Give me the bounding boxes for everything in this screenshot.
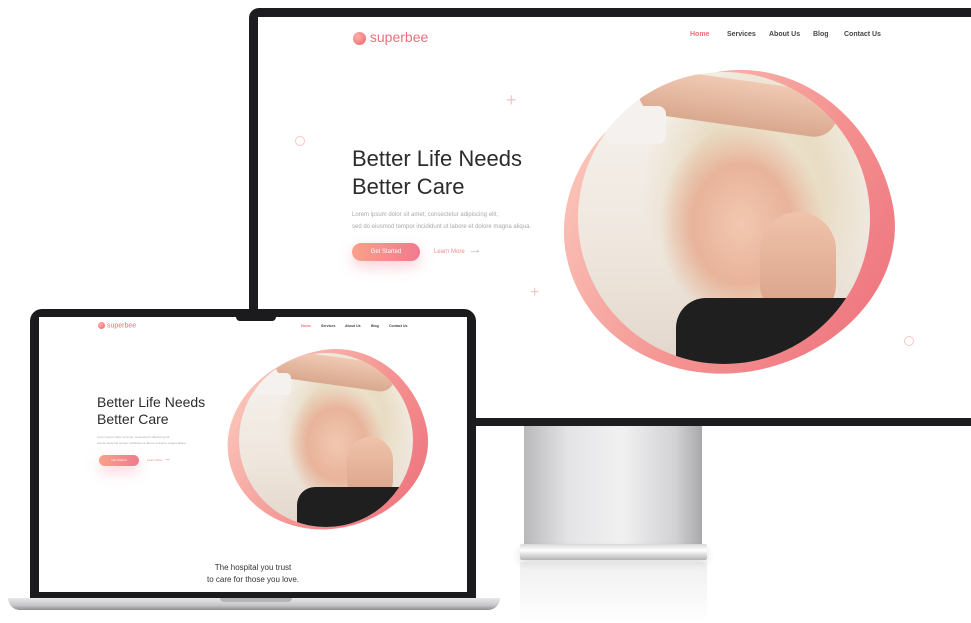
nav-contact-us[interactable]: Contact Us bbox=[844, 31, 894, 38]
sleeve bbox=[255, 373, 291, 395]
hand-top bbox=[273, 353, 397, 394]
monitor-stand-neck bbox=[524, 426, 702, 544]
hero-paragraph-line2: sed do eiusmod tempor incididunt ut labo… bbox=[352, 224, 532, 230]
learn-more-link[interactable]: Learn More ⟶ bbox=[147, 458, 170, 462]
section-heading-line2: to care for those you love. bbox=[206, 575, 300, 584]
laptop-camera-notch bbox=[236, 312, 276, 321]
get-started-button[interactable]: Get Started bbox=[352, 243, 420, 261]
sleeve bbox=[606, 106, 666, 144]
site-logo[interactable]: superbee bbox=[353, 29, 428, 45]
shirt bbox=[297, 487, 413, 527]
superbee-logo-icon bbox=[353, 31, 366, 45]
shirt bbox=[676, 298, 870, 364]
nav-home[interactable]: Home bbox=[301, 324, 321, 328]
arrow-right-icon: ⟶ bbox=[165, 458, 170, 462]
site-logo-text: superbee bbox=[106, 322, 137, 330]
learn-more-link[interactable]: Learn More ⟶ bbox=[434, 248, 479, 255]
plus-decoration-icon: + bbox=[530, 284, 540, 301]
hero-paragraph-line1: Lorem ipsum dolor sit amet, consectetur … bbox=[352, 212, 499, 218]
hero-title-line1: Better Life Needs bbox=[352, 146, 522, 171]
nav-about-us[interactable]: About Us bbox=[769, 31, 813, 38]
section-heading-line1: The hospital you trust bbox=[214, 563, 292, 572]
hero-paragraph: Lorem ipsum dolor sit amet, consectetur … bbox=[352, 209, 531, 233]
hero-photo bbox=[578, 72, 870, 364]
hero-title-line1: Better Life Needs bbox=[97, 394, 206, 410]
monitor-stand-base bbox=[520, 544, 707, 560]
hero-paragraph: Lorem ipsum dolor sit amet, consectetur … bbox=[97, 434, 187, 446]
superbee-logo-icon bbox=[98, 322, 105, 329]
arrow-right-icon: ⟶ bbox=[470, 249, 479, 255]
site-logo[interactable]: superbee bbox=[98, 322, 136, 329]
laptop-screen: superbee Home Services About Us Blog Con… bbox=[39, 317, 467, 592]
nav-blog[interactable]: Blog bbox=[813, 31, 844, 38]
hero-photo bbox=[239, 353, 413, 527]
main-nav: Home Services About Us Blog Contact Us bbox=[301, 324, 417, 328]
hero-paragraph-line2: sed do eiusmod tempor incididunt ut labo… bbox=[97, 441, 187, 445]
nav-blog[interactable]: Blog bbox=[371, 324, 389, 328]
monitor-stand-reflection bbox=[520, 562, 707, 622]
hero-title: Better Life Needs Better Care bbox=[352, 145, 522, 201]
site-logo-text: superbee bbox=[369, 29, 429, 45]
learn-more-label: Learn More bbox=[434, 249, 465, 255]
circle-decoration-icon bbox=[904, 336, 914, 346]
nav-services[interactable]: Services bbox=[727, 31, 769, 38]
hand-top bbox=[635, 72, 841, 140]
get-started-button[interactable]: Get Started bbox=[99, 455, 139, 466]
nav-about-us[interactable]: About Us bbox=[345, 324, 371, 328]
plus-decoration-icon: + bbox=[506, 90, 517, 110]
circle-decoration-icon bbox=[295, 136, 305, 146]
laptop-base-groove bbox=[220, 598, 292, 602]
nav-contact-us[interactable]: Contact Us bbox=[389, 324, 417, 328]
hero-title: Better Life Needs Better Care bbox=[97, 394, 205, 428]
nav-services[interactable]: Services bbox=[321, 324, 345, 328]
hero-title-line2: Better Care bbox=[352, 174, 465, 199]
nav-home[interactable]: Home bbox=[690, 31, 727, 38]
main-nav: Home Services About Us Blog Contact Us bbox=[690, 31, 894, 38]
hero-title-line2: Better Care bbox=[97, 411, 169, 427]
section-heading: The hospital you trust to care for those… bbox=[39, 562, 467, 586]
learn-more-label: Learn More bbox=[147, 458, 163, 462]
